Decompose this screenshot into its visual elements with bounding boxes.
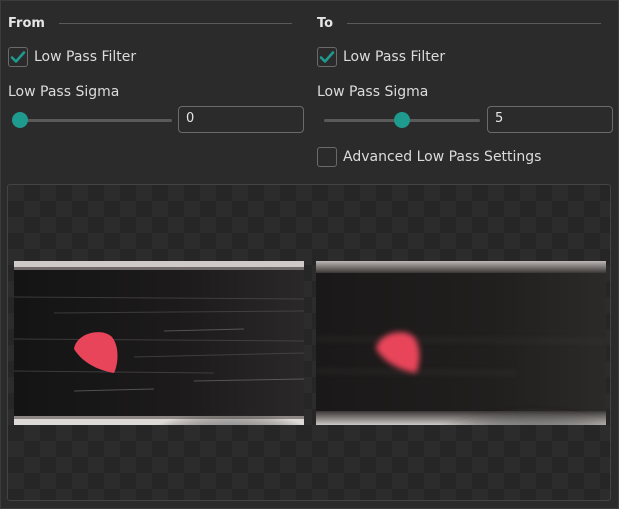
to-low-pass-filter-label: Low Pass Filter: [343, 49, 446, 65]
to-sigma-label: Low Pass Sigma: [317, 84, 429, 100]
to-sigma-slider-handle[interactable]: [394, 112, 410, 128]
to-title: To: [317, 15, 334, 31]
advanced-low-pass-settings-label: Advanced Low Pass Settings: [343, 149, 542, 165]
from-sigma-slider[interactable]: [12, 112, 172, 128]
to-panel: To Low Pass Filter Low Pass Sigma 5 Adva…: [309, 0, 613, 180]
checkmark-icon: [10, 51, 26, 63]
to-divider: [347, 22, 601, 24]
from-sigma-slider-track: [12, 119, 172, 122]
from-section-header: From: [8, 14, 300, 32]
from-title: From: [8, 15, 45, 31]
from-low-pass-filter-label: Low Pass Filter: [34, 49, 137, 65]
from-divider: [58, 22, 292, 24]
from-sigma-slider-handle[interactable]: [12, 112, 28, 128]
from-low-pass-filter-toggle[interactable]: Low Pass Filter: [8, 46, 136, 68]
advanced-low-pass-settings-checkbox[interactable]: [317, 147, 337, 167]
from-preview-image: [14, 261, 304, 425]
from-sigma-label: Low Pass Sigma: [8, 84, 120, 100]
from-sigma-input[interactable]: 0: [178, 106, 304, 133]
to-section-header: To: [317, 14, 609, 32]
image-preview-panel: [7, 184, 611, 501]
to-sigma-input[interactable]: 5: [487, 106, 613, 133]
checkmark-icon: [319, 51, 335, 63]
to-low-pass-filter-toggle[interactable]: Low Pass Filter: [317, 46, 445, 68]
to-low-pass-filter-checkbox[interactable]: [317, 47, 337, 67]
to-preview-image: [316, 261, 606, 425]
from-low-pass-filter-checkbox[interactable]: [8, 47, 28, 67]
to-sigma-slider[interactable]: [324, 112, 480, 128]
from-panel: From Low Pass Filter Low Pass Sigma 0: [0, 0, 304, 180]
advanced-low-pass-settings-toggle[interactable]: Advanced Low Pass Settings: [317, 146, 541, 168]
